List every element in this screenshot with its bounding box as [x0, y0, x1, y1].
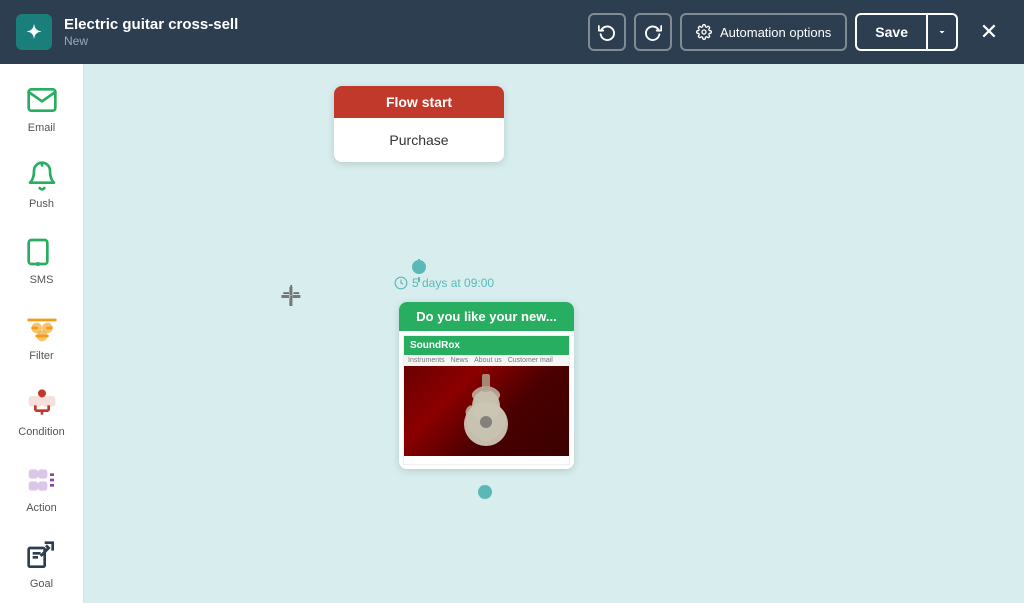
sidebar-item-push[interactable]: Push — [6, 148, 78, 220]
email-preview-inner: SoundRox Instruments News About us Custo… — [403, 335, 570, 465]
sms-icon — [24, 234, 60, 270]
nav-item-4: Customer mail — [508, 357, 553, 364]
header-actions: Automation options Save ✕ — [588, 13, 1008, 51]
nav-item-1: Instruments — [408, 357, 445, 364]
email-preview: SoundRox Instruments News About us Custo… — [399, 331, 574, 469]
logo-icon: ✦ — [16, 14, 52, 50]
sidebar-item-condition[interactable]: Condition — [6, 376, 78, 448]
email-icon — [24, 82, 60, 118]
app-header: ✦ Electric guitar cross-sell New Automat… — [0, 0, 1024, 64]
action-icon — [24, 462, 60, 498]
preview-header: SoundRox — [404, 336, 569, 355]
guitar-image-area — [404, 366, 569, 456]
brand-name: SoundRox — [410, 340, 460, 351]
goal-icon — [24, 538, 60, 574]
sidebar-item-condition-label: Condition — [18, 426, 64, 438]
title-group: Electric guitar cross-sell New — [64, 16, 576, 48]
nav-item-3: About us — [474, 357, 502, 364]
save-group: Save — [855, 13, 958, 51]
email-bottom-connector-dot — [478, 485, 492, 499]
redo-button[interactable] — [634, 13, 672, 51]
main-layout: Email Push SMS — [0, 64, 1024, 603]
save-button[interactable]: Save — [855, 13, 926, 51]
flow-start-header: Flow start — [334, 86, 504, 118]
email-card-header: Do you like your new... — [399, 302, 574, 331]
time-delay-text: 5 days at 09:00 — [412, 276, 494, 290]
preview-nav: Instruments News About us Customer mail — [404, 355, 569, 366]
flow-start-body: Purchase — [334, 118, 504, 162]
time-delay-label: 5 days at 09:00 — [394, 276, 494, 290]
canvas[interactable]: ⊹ ✛ Flow start Purchase 5 days at 09:00 … — [84, 64, 1024, 603]
email-card[interactable]: Do you like your new... SoundRox Instrum… — [399, 302, 574, 469]
sidebar-item-goal-label: Goal — [30, 578, 53, 590]
sidebar-item-email[interactable]: Email — [6, 72, 78, 144]
undo-button[interactable] — [588, 13, 626, 51]
flow-start-card[interactable]: Flow start Purchase — [334, 86, 504, 162]
app-title: Electric guitar cross-sell — [64, 16, 576, 33]
flow-start-connector-dot — [412, 260, 426, 274]
sidebar-item-goal[interactable]: Goal — [6, 528, 78, 600]
drag-handle[interactable]: ✛ — [280, 282, 302, 313]
push-icon — [24, 158, 60, 194]
sidebar-item-filter-label: Filter — [29, 350, 53, 362]
app-subtitle: New — [64, 34, 576, 48]
close-button[interactable]: ✕ — [970, 13, 1008, 51]
filter-icon — [24, 310, 60, 346]
automation-options-label: Automation options — [720, 25, 831, 40]
sidebar-item-sms-label: SMS — [30, 274, 54, 286]
condition-icon — [24, 386, 60, 422]
guitar-shape — [459, 374, 514, 449]
save-dropdown-button[interactable] — [926, 13, 958, 51]
automation-options-button[interactable]: Automation options — [680, 13, 847, 51]
sidebar: Email Push SMS — [0, 64, 84, 603]
sidebar-item-sms[interactable]: SMS — [6, 224, 78, 296]
sidebar-item-action[interactable]: Action — [6, 452, 78, 524]
sidebar-item-filter[interactable]: Filter — [6, 300, 78, 372]
sidebar-item-push-label: Push — [29, 198, 54, 210]
sidebar-item-email-label: Email — [28, 122, 56, 134]
sidebar-item-action-label: Action — [26, 502, 57, 514]
nav-item-2: News — [451, 357, 469, 364]
